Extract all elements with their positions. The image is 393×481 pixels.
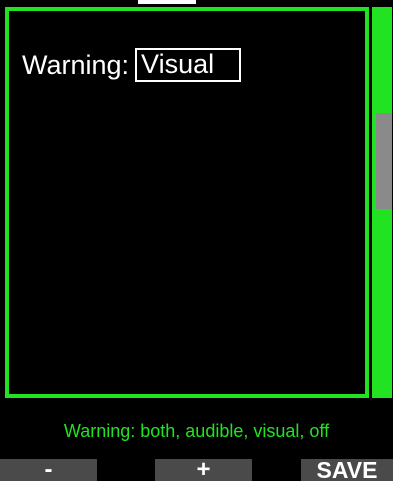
warning-value-field[interactable]: Visual: [135, 48, 242, 82]
top-header-remnant: [138, 0, 196, 4]
increase-button[interactable]: +: [155, 459, 252, 481]
scroll-thumb[interactable]: [376, 113, 392, 209]
warning-label: Warning:: [22, 49, 130, 80]
status-help-text: Warning: both, audible, visual, off: [63, 421, 330, 441]
main-settings-panel: Warning: Visual: [5, 7, 369, 398]
save-button[interactable]: SAVE: [301, 459, 393, 481]
warning-setting-row[interactable]: Warning: Visual: [22, 48, 242, 82]
decrease-button[interactable]: -: [0, 459, 97, 481]
vertical-scrollbar[interactable]: [372, 7, 392, 398]
